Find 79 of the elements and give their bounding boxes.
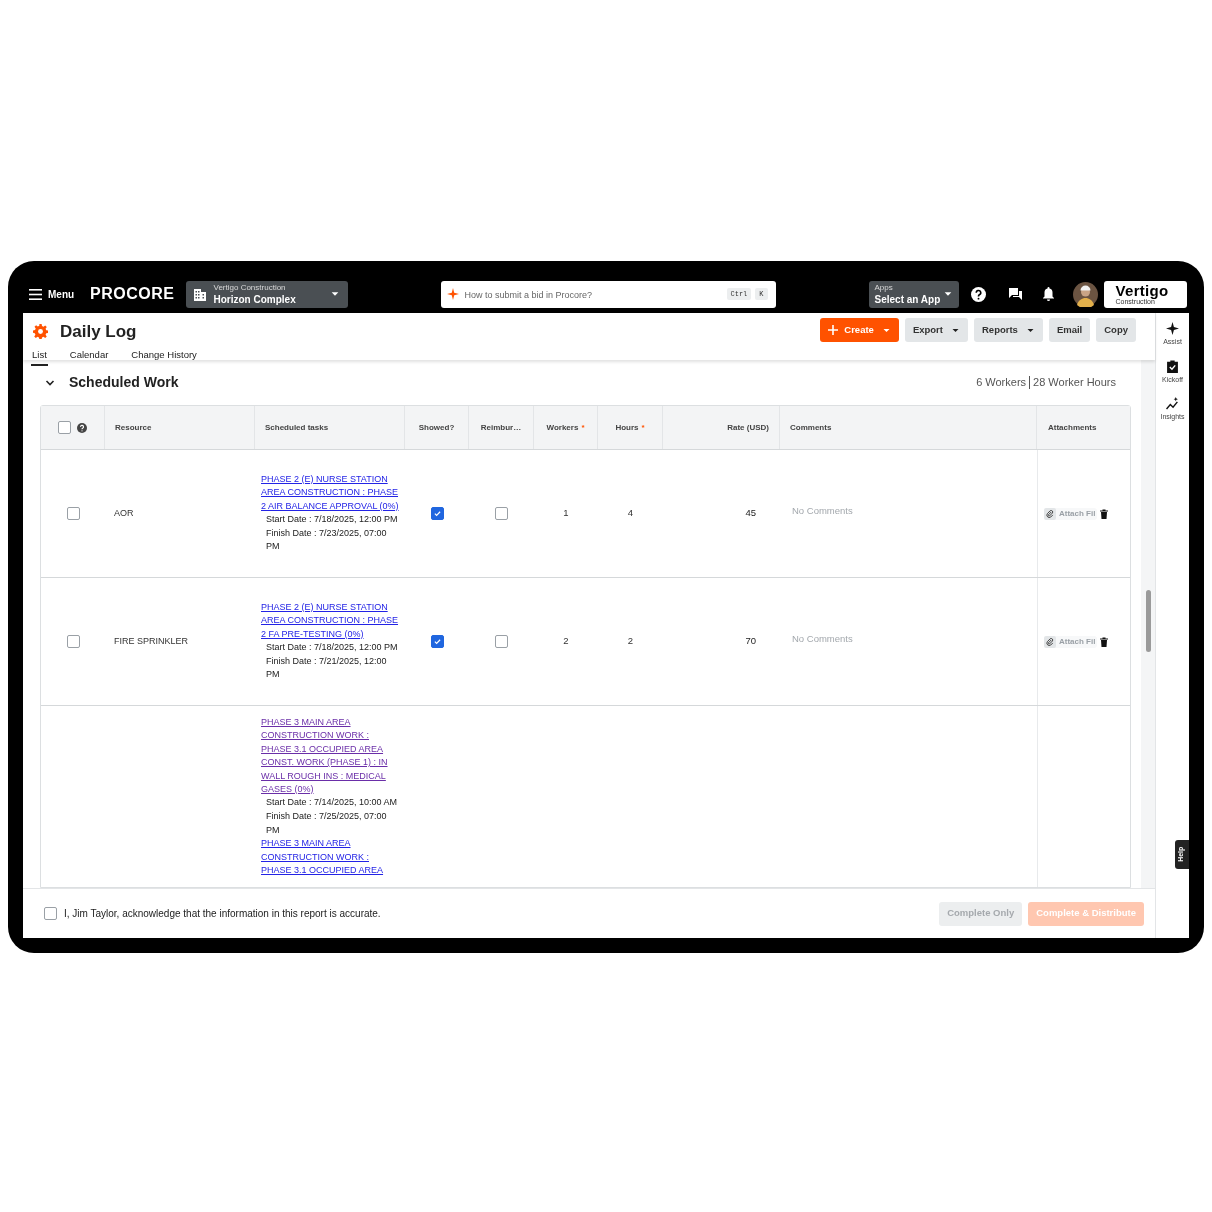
bell-icon[interactable] <box>1041 287 1055 301</box>
column-header[interactable]: Scheduled tasks <box>255 406 405 449</box>
workers-value: 1 <box>563 506 569 521</box>
assist-icon <box>1166 322 1179 335</box>
kickoff-icon <box>1166 359 1179 373</box>
acknowledge-text: I, Jim Taylor, acknowledge that the information in this report is accurate. <box>64 907 381 921</box>
menu-button[interactable]: Menu <box>29 286 75 302</box>
showed-checkbox[interactable] <box>430 635 444 648</box>
apps-label: Apps <box>874 282 894 294</box>
avatar[interactable] <box>1072 281 1098 307</box>
showed-checkbox[interactable] <box>430 507 444 520</box>
select-all-checkbox[interactable] <box>58 421 71 434</box>
start-date: Start Date : 7/18/2025, 12:00 PM <box>265 513 399 527</box>
sparkle-icon <box>446 287 459 300</box>
task-link[interactable]: PHASE 3 MAIN AREA CONSTRUCTION WORK : PHASE 3.1 OCCUPIED AREA <box>261 837 401 878</box>
tab[interactable]: Calendar <box>68 347 110 366</box>
rate-value: 70 <box>745 634 756 649</box>
finish-date: Finish Date : 7/25/2025, 07:00 PM <box>265 810 388 837</box>
column-header[interactable]: Attachments <box>1037 406 1127 449</box>
start-date: Start Date : 7/18/2025, 12:00 PM <box>265 641 399 655</box>
action-button[interactable]: Reports <box>974 318 1043 342</box>
insights-icon <box>1166 397 1179 410</box>
resource-text: FIRE SPRINKLER <box>114 634 189 648</box>
apps-value: Select an App <box>874 294 942 306</box>
logo-name: Vertigo <box>1115 283 1170 298</box>
trash-icon[interactable] <box>1099 508 1110 519</box>
checkmark-icon <box>432 637 442 646</box>
finish-date: Finish Date : 7/21/2025, 12:00 PM <box>265 654 388 682</box>
column-header[interactable]: Comments <box>780 406 1037 449</box>
row-checkbox[interactable] <box>66 507 80 520</box>
building-icon <box>193 287 206 301</box>
column-header[interactable]: Showed? <box>405 406 469 449</box>
plus-icon <box>828 325 839 335</box>
action-button[interactable]: Export <box>904 318 968 342</box>
resource-text: AOR <box>114 506 134 520</box>
acknowledge-checkbox[interactable] <box>44 907 57 920</box>
task-link[interactable]: PHASE 3 MAIN AREA CONSTRUCTION WORK : PHASE 3.1 OCCUPIED AREA CONST. WORK (PHASE 1) : IN WALL ROUGH INS : MEDICAL GASES (0%) <box>261 716 401 797</box>
required-mark: * <box>581 421 585 434</box>
help-icon[interactable] <box>77 422 87 433</box>
section-toggle[interactable]: Scheduled Work <box>45 372 179 393</box>
required-mark: * <box>641 421 645 434</box>
company-name: Vertigo Construction <box>213 282 287 294</box>
column-header[interactable]: Resource <box>105 406 255 449</box>
menu-icon <box>29 288 42 300</box>
reimbursable-checkbox[interactable] <box>495 635 508 648</box>
page-title: Daily Log <box>60 321 137 343</box>
column-header[interactable]: Reimbur… <box>469 406 534 449</box>
help-icon[interactable] <box>970 286 986 302</box>
action-button[interactable]: Copy <box>1096 318 1136 342</box>
chat-icon[interactable] <box>1008 288 1022 300</box>
action-button[interactable]: Email <box>1048 318 1091 342</box>
finish-date: Finish Date : 7/23/2025, 07:00 PM <box>265 526 388 554</box>
comments-field[interactable]: No Comments <box>790 502 990 519</box>
scrollbar-thumb[interactable] <box>1145 590 1151 652</box>
project-selector[interactable]: Vertigo Construction Horizon Complex <box>185 280 348 308</box>
summary-text: 28 Worker Hours <box>1033 375 1116 391</box>
trash-icon[interactable] <box>1099 636 1110 647</box>
gear-icon <box>33 324 48 340</box>
reimbursable-checkbox[interactable] <box>495 507 508 520</box>
column-header[interactable]: Rate (USD) <box>663 406 780 449</box>
app-selector[interactable]: Apps Select an App <box>868 280 959 308</box>
hours-value: 4 <box>627 506 634 521</box>
summary-text: 6 Workers <box>976 375 1027 391</box>
tab[interactable]: Change History <box>130 347 198 366</box>
column-header[interactable]: Hours * <box>598 406 663 449</box>
start-date: Start Date : 7/14/2025, 10:00 AM <box>265 796 399 810</box>
paperclip-icon <box>1044 635 1056 648</box>
checkmark-icon <box>432 509 442 518</box>
paperclip-icon <box>1044 507 1056 520</box>
column-header[interactable]: Workers * <box>534 406 598 449</box>
comments-field[interactable]: No Comments <box>790 630 990 647</box>
workers-value: 2 <box>563 634 569 649</box>
procore-logo: PROCORE <box>90 284 175 304</box>
row-checkbox[interactable] <box>66 635 80 648</box>
task-link[interactable]: PHASE 2 (E) NURSE STATION AREA CONSTRUCTION : PHASE 2 FA PRE-TESTING (0%) <box>261 601 401 642</box>
rate-value: 45 <box>745 506 756 521</box>
project-name: Horizon Complex <box>213 294 297 306</box>
hours-value: 2 <box>627 634 634 649</box>
task-link[interactable]: PHASE 2 (E) NURSE STATION AREA CONSTRUCTION : PHASE 2 AIR BALANCE APPROVAL (0%) <box>261 473 401 514</box>
